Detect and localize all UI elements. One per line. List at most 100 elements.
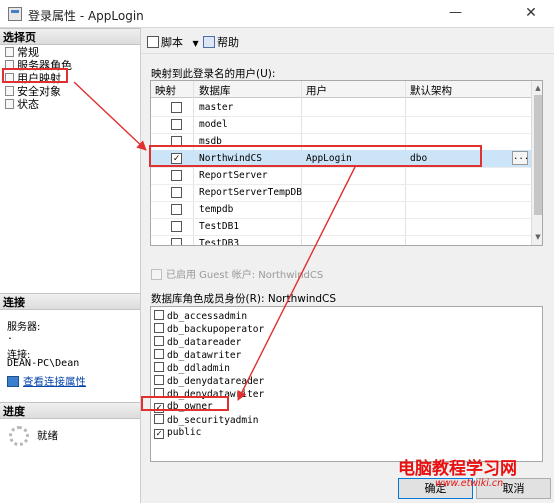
sidebar-page-item[interactable]: 用户映射	[5, 72, 61, 85]
database-cell: msdb	[199, 136, 222, 147]
map-checkbox[interactable]: ✓	[171, 153, 182, 164]
role-item[interactable]: db_securityadmin	[154, 414, 259, 427]
script-button[interactable]: 脚本 ▼	[147, 34, 199, 50]
role-checkbox[interactable]: ✓	[154, 429, 164, 439]
column-user[interactable]: 用户	[306, 83, 327, 98]
column-database[interactable]: 数据库	[199, 83, 231, 98]
page-icon	[5, 47, 14, 57]
chevron-down-icon[interactable]: ▼	[193, 39, 199, 48]
role-checkbox[interactable]	[154, 414, 164, 424]
role-name: db_accessadmin	[167, 311, 248, 322]
properties-icon	[7, 376, 19, 387]
role-item[interactable]: db_ddladmin	[154, 362, 230, 375]
mapping-scrollbar[interactable]: ▲ ▼	[531, 81, 542, 245]
map-checkbox[interactable]	[171, 102, 182, 113]
scroll-thumb[interactable]	[534, 95, 542, 215]
page-icon	[5, 99, 14, 109]
role-item[interactable]: db_backupoperator	[154, 323, 264, 336]
schema-browse-button[interactable]: ...	[512, 151, 529, 165]
progress-header: 进度	[0, 402, 140, 419]
scroll-down-icon[interactable]: ▼	[534, 233, 542, 241]
table-row[interactable]: tempdb	[151, 201, 531, 219]
map-checkbox[interactable]	[171, 221, 182, 232]
role-checkbox[interactable]	[154, 375, 164, 385]
table-row[interactable]: TestDB1	[151, 218, 531, 236]
sidebar-page-item[interactable]: 服务器角色	[5, 59, 72, 72]
database-cell: ReportServer	[199, 170, 268, 181]
guest-account-checkbox: 已启用 Guest 帐户: NorthwindCS	[151, 266, 323, 281]
database-cell: TestDB1	[199, 221, 240, 232]
role-item[interactable]: db_denydatawriter	[154, 388, 264, 401]
user-mapping-grid: 映射 数据库 用户 默认架构 master model msdb ✓ Northwind…	[150, 80, 543, 246]
role-checkbox[interactable]	[154, 323, 164, 333]
role-item[interactable]: db_datareader	[154, 336, 241, 349]
scroll-up-icon[interactable]: ▲	[534, 84, 542, 92]
window-title: 登录属性 - AppLogin	[28, 9, 144, 23]
table-row[interactable]: model	[151, 116, 531, 134]
sidebar-page-item[interactable]: 状态	[5, 98, 39, 111]
role-item[interactable]: db_accessadmin	[154, 310, 247, 323]
sidebar-page-label: 状态	[17, 98, 39, 111]
role-item[interactable]: db_denydatareader	[154, 375, 264, 388]
script-label: 脚本	[161, 36, 183, 49]
sidebar-page-item[interactable]: 安全对象	[5, 85, 61, 98]
map-checkbox[interactable]	[171, 204, 182, 215]
role-checkbox[interactable]	[154, 336, 164, 346]
sidebar-page-label: 用户映射	[17, 72, 61, 85]
roles-title: 数据库角色成员身份(R): NorthwindCS	[151, 293, 337, 305]
map-checkbox[interactable]	[171, 238, 182, 245]
role-checkbox[interactable]	[154, 349, 164, 359]
role-name: db_backupoperator	[167, 324, 265, 335]
role-name: db_datareader	[167, 337, 242, 348]
login-properties-icon	[8, 7, 22, 21]
schema-cell[interactable]: dbo	[410, 153, 427, 164]
role-checkbox[interactable]	[154, 388, 164, 398]
table-row[interactable]: ReportServerTempDB	[151, 184, 531, 202]
page-icon	[5, 73, 14, 83]
table-row[interactable]: TestDB3	[151, 235, 531, 246]
role-name: db_securityadmin	[167, 415, 259, 426]
guest-account-label: 已启用 Guest 帐户: NorthwindCS	[166, 270, 324, 281]
map-checkbox[interactable]	[171, 136, 182, 147]
help-button[interactable]: 帮助	[203, 34, 239, 50]
database-cell: model	[199, 119, 228, 130]
role-checkbox[interactable]	[154, 310, 164, 320]
role-item[interactable]: ✓ db_owner	[154, 401, 213, 414]
grid-header: 映射 数据库 用户 默认架构	[151, 81, 531, 98]
table-row[interactable]: ReportServer	[151, 167, 531, 185]
close-button[interactable]: ✕	[508, 0, 554, 28]
checkbox-icon	[151, 269, 162, 280]
role-item[interactable]: ✓ public	[154, 427, 201, 440]
database-cell: master	[199, 102, 234, 113]
database-cell: tempdb	[199, 204, 234, 215]
table-row[interactable]: master	[151, 99, 531, 117]
column-map[interactable]: 映射	[155, 83, 176, 98]
mapping-title: 映射到此登录名的用户(U):	[151, 68, 276, 80]
table-row[interactable]: ✓ NorthwindCS AppLogin dbo...	[151, 150, 531, 168]
help-label: 帮助	[217, 36, 239, 49]
watermark-text: 电脑教程学习网	[398, 459, 517, 479]
map-checkbox[interactable]	[171, 170, 182, 181]
map-checkbox[interactable]	[171, 187, 182, 198]
page-icon	[5, 60, 14, 70]
minimize-button[interactable]: —	[433, 0, 478, 28]
database-cell: TestDB3	[199, 238, 240, 246]
sidebar: 选择页 常规 服务器角色 用户映射 安全对象 状态 连接 服务器: . 连接: DEAN…	[0, 28, 141, 503]
view-connection-properties-label: 查看连接属性	[23, 376, 86, 388]
table-row[interactable]: msdb	[151, 133, 531, 151]
sidebar-page-item[interactable]: 常规	[5, 46, 39, 59]
database-cell: NorthwindCS	[199, 153, 262, 164]
view-connection-properties-link[interactable]: 查看连接属性	[7, 374, 86, 389]
sidebar-page-label: 服务器角色	[17, 59, 72, 72]
role-checkbox[interactable]	[154, 362, 164, 372]
role-name: db_ddladmin	[167, 363, 230, 374]
database-roles-list: db_accessadmin db_backupoperator db_datare…	[150, 306, 543, 462]
role-item[interactable]: db_datawriter	[154, 349, 241, 362]
role-name: public	[167, 427, 202, 438]
progress-status: 就绪	[37, 430, 58, 442]
role-checkbox[interactable]: ✓	[154, 403, 164, 413]
user-cell[interactable]: AppLogin	[306, 153, 352, 164]
map-checkbox[interactable]	[171, 119, 182, 130]
title-bar: 登录属性 - AppLogin — ✕	[0, 0, 554, 28]
column-schema[interactable]: 默认架构	[410, 83, 452, 98]
